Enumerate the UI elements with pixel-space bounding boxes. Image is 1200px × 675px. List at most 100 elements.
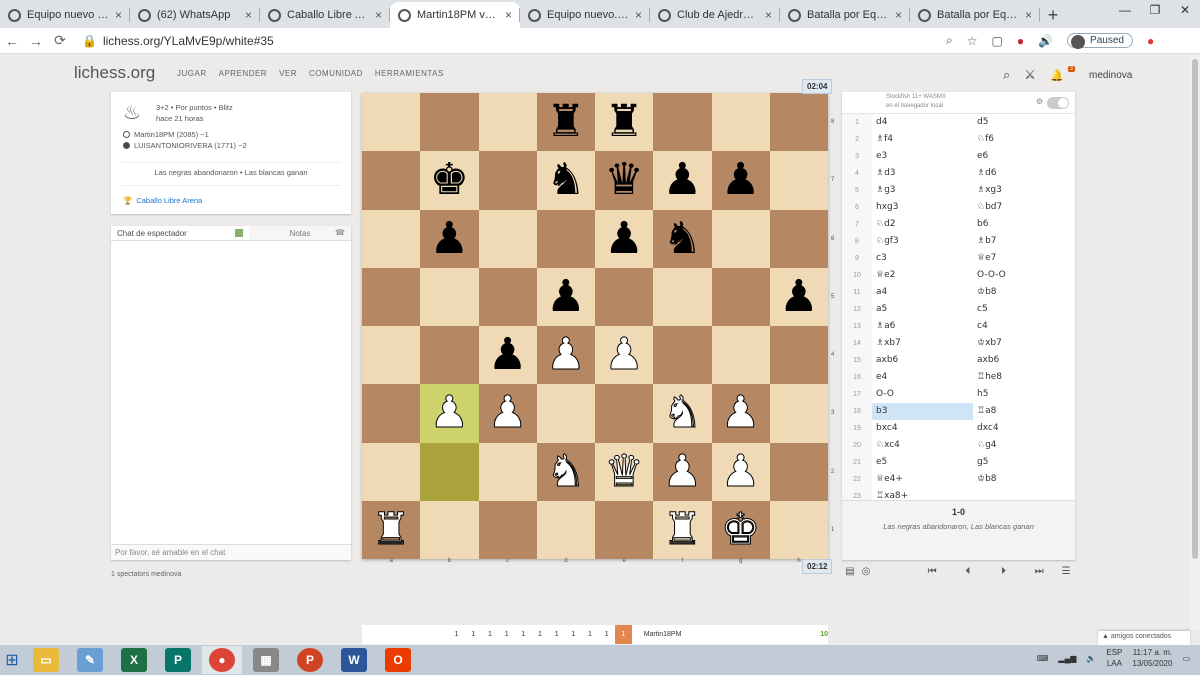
square-a8[interactable] xyxy=(362,93,421,152)
tab-close-icon[interactable]: × xyxy=(115,8,122,22)
friends-online[interactable]: ▲ amigos conectados xyxy=(1098,631,1190,645)
white-move[interactable]: e4 xyxy=(872,369,973,386)
square-e5[interactable] xyxy=(595,267,654,326)
menu-icon[interactable]: ☰ xyxy=(1057,566,1075,577)
black-move[interactable]: c5 xyxy=(973,301,1074,318)
tab-close-icon[interactable]: × xyxy=(895,8,902,22)
square-f7[interactable]: ♟ xyxy=(653,151,712,210)
menu-herramientas[interactable]: HERRAMIENTAS xyxy=(375,69,444,78)
square-f2[interactable]: ♟ xyxy=(653,442,712,501)
black-move[interactable]: ♕e7 xyxy=(973,250,1074,267)
arena-current-score[interactable]: 1 xyxy=(615,625,632,644)
white-move[interactable]: ♕e2 xyxy=(872,267,973,284)
black-move[interactable]: c4 xyxy=(973,318,1074,335)
white-move[interactable]: O-O xyxy=(872,386,973,403)
square-c8[interactable] xyxy=(478,93,537,152)
black-knight-icon[interactable]: ♞ xyxy=(546,158,585,202)
black-move[interactable]: g5 xyxy=(973,454,1074,471)
arena-game-score[interactable]: 1 xyxy=(582,631,599,638)
tab-close-icon[interactable]: × xyxy=(245,8,252,22)
site-logo[interactable]: lichess.org xyxy=(74,63,155,83)
square-h7[interactable] xyxy=(769,151,828,210)
black-move[interactable]: ♔xb7 xyxy=(973,335,1074,352)
white-pawn-icon[interactable]: ♟ xyxy=(720,449,760,494)
menu-ver[interactable]: VER xyxy=(279,69,297,78)
black-pawn-icon[interactable]: ♟ xyxy=(604,216,643,261)
black-queen-icon[interactable]: ♛ xyxy=(604,158,643,202)
square-d5[interactable]: ♟ xyxy=(536,267,595,326)
engine-toggle[interactable] xyxy=(1047,97,1069,109)
square-g8[interactable] xyxy=(711,93,770,152)
square-b3[interactable]: ♟ xyxy=(420,384,479,443)
arena-game-score[interactable]: 1 xyxy=(465,631,482,638)
square-d2[interactable]: ♞ xyxy=(536,442,595,501)
black-move[interactable]: e6 xyxy=(973,148,1074,165)
white-move[interactable]: d4 xyxy=(872,114,973,131)
taskbar-excel[interactable]: X xyxy=(114,646,154,674)
browser-tab[interactable]: Batalla por Equipo × xyxy=(780,2,910,28)
arena-game-score[interactable]: 1 xyxy=(498,631,515,638)
white-move[interactable]: e3 xyxy=(872,148,973,165)
square-g1[interactable]: ♚ xyxy=(711,500,770,559)
bell-icon[interactable]: 🔔 xyxy=(1050,69,1064,82)
square-h5[interactable]: ♟ xyxy=(769,267,828,326)
black-move[interactable]: ♔b8 xyxy=(973,471,1074,488)
square-d4[interactable]: ♟ xyxy=(536,326,595,385)
square-d8[interactable]: ♜ xyxy=(536,93,595,152)
tray-clock[interactable]: 11:17 a. m. 13/05/2020 xyxy=(1132,647,1172,669)
black-rook-icon[interactable]: ♜ xyxy=(604,100,643,144)
menu-jugar[interactable]: JUGAR xyxy=(177,69,207,78)
minimize-icon[interactable]: — xyxy=(1110,0,1140,22)
chessboard[interactable]: ♜ ♜ ♚ ♞ ♛ ♟ ♟ ♟ ♟ ♞ ♟ ♟ ♟ ♟ ♟ ♟ ♟ ♞ ♟ ♞ ♛ ♟ ♟ ♜ ♜ ♚ xyxy=(362,93,828,559)
last-move-icon[interactable]: ⏭ xyxy=(1021,566,1057,577)
back-icon[interactable]: ← xyxy=(0,33,24,49)
black-king-icon[interactable]: ♚ xyxy=(430,158,469,202)
square-e6[interactable]: ♟ xyxy=(595,209,654,268)
square-g2[interactable]: ♟ xyxy=(711,442,770,501)
square-e2[interactable]: ♛ xyxy=(595,442,654,501)
new-tab-button[interactable]: + xyxy=(1040,2,1066,28)
taskbar-office[interactable]: O xyxy=(378,646,418,674)
white-knight-icon[interactable]: ♞ xyxy=(546,449,586,494)
black-move[interactable]: ♖he8 xyxy=(973,369,1074,386)
tab-notes[interactable]: Notas xyxy=(249,226,351,240)
black-pawn-icon[interactable]: ♟ xyxy=(430,216,469,261)
username-link[interactable]: medinova xyxy=(1089,70,1132,81)
square-a2[interactable] xyxy=(362,442,421,501)
black-pawn-icon[interactable]: ♟ xyxy=(488,333,527,377)
menu-aprender[interactable]: APRENDER xyxy=(219,69,267,78)
square-b1[interactable] xyxy=(420,500,479,559)
white-move[interactable]: hxg3 xyxy=(872,199,973,216)
white-move[interactable]: c3 xyxy=(872,250,973,267)
black-move[interactable]: b6 xyxy=(973,216,1074,233)
white-pawn-icon[interactable]: ♟ xyxy=(429,390,469,435)
black-move[interactable]: ♗d6 xyxy=(973,165,1074,182)
reload-icon[interactable]: ⟳ xyxy=(48,32,72,49)
arena-game-score[interactable]: 1 xyxy=(565,631,582,638)
extension-icon[interactable]: ▢ xyxy=(992,34,1003,48)
white-player[interactable]: Martin18PM (2085) −1 xyxy=(123,130,209,139)
square-f3[interactable]: ♞ xyxy=(653,384,712,443)
first-move-icon[interactable]: ⏮ xyxy=(914,566,950,577)
volume-icon[interactable]: 🔈 xyxy=(1086,654,1096,663)
taskbar-paint[interactable]: ✎ xyxy=(70,646,110,674)
extension-red-icon[interactable]: ● xyxy=(1147,34,1154,48)
white-move[interactable]: bxc4 xyxy=(872,420,973,437)
square-g4[interactable] xyxy=(711,326,770,385)
white-pawn-icon[interactable]: ♟ xyxy=(720,390,760,435)
square-h4[interactable] xyxy=(769,326,828,385)
square-c4[interactable]: ♟ xyxy=(478,326,537,385)
browser-tab[interactable]: Equipo nuevo • lich × xyxy=(0,2,130,28)
tab-close-icon[interactable]: × xyxy=(1025,8,1032,22)
lang-indicator[interactable]: ESP LAA xyxy=(1106,647,1122,669)
tab-spectator-chat[interactable]: Chat de espectador xyxy=(111,226,249,240)
arena-game-score[interactable]: 1 xyxy=(548,631,565,638)
black-move[interactable]: dxc4 xyxy=(973,420,1074,437)
square-h3[interactable] xyxy=(769,384,828,443)
square-c5[interactable] xyxy=(478,267,537,326)
white-move[interactable]: ♕e4+ xyxy=(872,471,973,488)
square-a3[interactable] xyxy=(362,384,421,443)
chat-input[interactable]: Por favor, sé amable en el chat xyxy=(111,544,351,560)
white-move[interactable]: ♗g3 xyxy=(872,182,973,199)
white-move[interactable]: b3 xyxy=(872,403,973,420)
